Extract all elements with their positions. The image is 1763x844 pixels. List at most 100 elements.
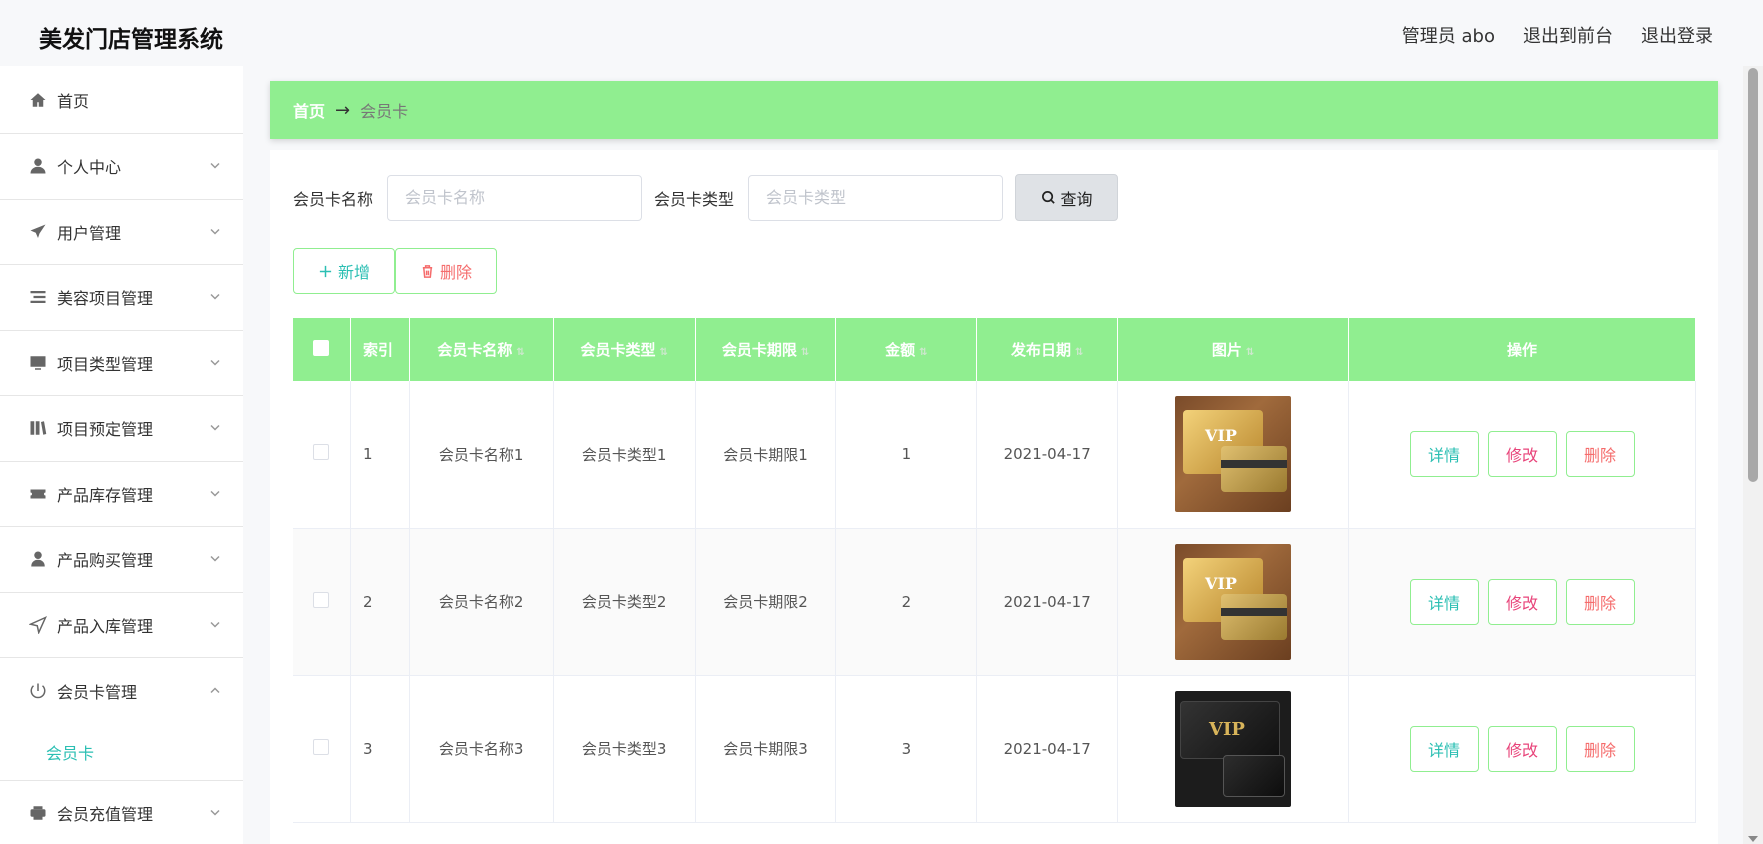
batch-delete-button[interactable]: 删除	[395, 248, 497, 294]
sidebar-item-project-booking[interactable]: 项目预定管理	[0, 396, 243, 462]
header-label: 图片	[1211, 341, 1242, 359]
sidebar: 首页 个人中心 用户管理 美容项目管理 项目类型管理 项目预定管理 产品库存管理…	[0, 66, 243, 844]
sidebar-item-label: 产品库存管理	[57, 485, 154, 505]
gold-vip-card-image[interactable]: VIP	[1175, 396, 1292, 513]
column-header-index: 索引	[350, 318, 410, 381]
table-row: 1 会员卡名称1 会员卡类型1 会员卡期限1 1 2021-04-17 VIP …	[293, 381, 1696, 529]
member-card-table: 索引 会员卡名称 ⇅ 会员卡类型 ⇅ 会员卡期限 ⇅ 金额 ⇅ 发布日期 ⇅ 图片 ⇅ 操作…	[293, 318, 1696, 823]
edit-button[interactable]: 修改	[1487, 725, 1557, 772]
card-type-label: 会员卡类型	[654, 189, 735, 209]
edit-button[interactable]: 修改	[1487, 431, 1557, 478]
send-icon	[28, 222, 48, 242]
add-button[interactable]: 新增	[293, 248, 395, 294]
column-header-image[interactable]: 图片 ⇅	[1117, 318, 1349, 381]
query-button-label: 查询	[1060, 189, 1093, 209]
cell-actions: 详情 修改 删除	[1348, 528, 1696, 676]
column-header-amount[interactable]: 金额 ⇅	[835, 318, 978, 381]
sidebar-item-label: 用户管理	[57, 223, 122, 243]
cell-image: VIP	[1117, 528, 1349, 676]
sidebar-item-personal-center[interactable]: 个人中心	[0, 134, 243, 200]
column-header-name[interactable]: 会员卡名称 ⇅	[409, 318, 554, 381]
sidebar-item-product-stock[interactable]: 产品库存管理	[0, 462, 243, 527]
chevron-down-icon	[209, 157, 221, 176]
cell-image: VIP	[1117, 675, 1349, 823]
sidebar-item-label: 美容项目管理	[57, 289, 154, 309]
sidebar-item-label: 会员充值管理	[57, 804, 154, 824]
sidebar-item-beauty-project[interactable]: 美容项目管理	[0, 265, 243, 331]
sidebar-item-project-type[interactable]: 项目类型管理	[0, 331, 243, 396]
location-icon	[28, 615, 48, 635]
column-header-type[interactable]: 会员卡类型 ⇅	[553, 318, 696, 381]
cell-amount: 3	[835, 675, 978, 823]
header-label: 发布日期	[1010, 341, 1071, 359]
edit-button[interactable]: 修改	[1487, 578, 1557, 625]
cell-index: 1	[350, 381, 410, 529]
logout-link[interactable]: 退出登录	[1641, 22, 1713, 48]
sidebar-item-member-card[interactable]: 会员卡管理	[0, 658, 243, 724]
sidebar-item-product-purchase[interactable]: 产品购买管理	[0, 527, 243, 593]
sidebar-item-user-management[interactable]: 用户管理	[0, 200, 243, 265]
delete-button[interactable]: 删除	[1565, 725, 1635, 772]
chevron-down-icon	[209, 550, 221, 569]
sidebar-item-product-inbound[interactable]: 产品入库管理	[0, 593, 243, 658]
chevron-down-icon	[209, 222, 221, 241]
gold-vip-card-image[interactable]: VIP	[1175, 543, 1292, 660]
row-checkbox[interactable]	[313, 738, 330, 755]
black-vip-card-image[interactable]: VIP	[1175, 690, 1292, 807]
cell-type: 会员卡类型1	[553, 381, 696, 529]
sidebar-item-label: 会员卡管理	[57, 682, 138, 702]
delete-button[interactable]: 删除	[1565, 578, 1635, 625]
list-icon	[28, 287, 48, 307]
sidebar-item-home[interactable]: 首页	[0, 66, 243, 134]
action-bar: 新增 删除	[293, 248, 497, 294]
detail-button[interactable]: 详情	[1409, 578, 1479, 625]
card-name-label: 会员卡名称	[293, 189, 374, 209]
select-all-header	[293, 318, 351, 381]
detail-button[interactable]: 详情	[1409, 431, 1479, 478]
user-icon	[28, 156, 48, 176]
sort-icon: ⇅	[516, 347, 525, 358]
chevron-down-icon	[209, 484, 221, 503]
chevron-down-icon	[209, 803, 221, 822]
column-header-date[interactable]: 发布日期 ⇅	[976, 318, 1119, 381]
row-checkbox[interactable]	[313, 591, 330, 608]
card-name-input[interactable]	[387, 174, 643, 221]
breadcrumb-current: 会员卡	[360, 102, 409, 121]
page-scrollbar[interactable]	[1743, 66, 1763, 844]
column-header-actions: 操作	[1348, 318, 1696, 381]
query-button[interactable]: 查询	[1015, 174, 1119, 221]
delete-button[interactable]: 删除	[1565, 431, 1635, 478]
person-icon	[28, 549, 48, 569]
scrollbar-thumb[interactable]	[1748, 68, 1758, 482]
chevron-down-icon	[209, 419, 221, 438]
detail-button[interactable]: 详情	[1409, 725, 1479, 772]
select-all-checkbox[interactable]	[313, 339, 330, 356]
admin-user-label[interactable]: 管理员 abo	[1402, 22, 1495, 48]
cell-date: 2021-04-17	[976, 381, 1119, 529]
vip-card-text: VIP	[1209, 718, 1245, 740]
cell-index: 2	[350, 528, 410, 676]
cell-date: 2021-04-17	[976, 528, 1119, 676]
sidebar-subitem-member-card[interactable]: 会员卡	[0, 724, 243, 781]
ticket-icon	[28, 484, 48, 504]
header-label: 金额	[885, 341, 916, 359]
add-button-label: 新增	[337, 263, 370, 282]
sidebar-item-member-recharge[interactable]: 会员充值管理	[0, 781, 243, 844]
card-type-input[interactable]	[748, 174, 1004, 221]
row-checkbox[interactable]	[313, 444, 330, 461]
exit-to-front-link[interactable]: 退出到前台	[1523, 22, 1613, 48]
sidebar-item-label: 项目预定管理	[57, 420, 154, 440]
vip-card-text: VIP	[1205, 426, 1237, 446]
cell-amount: 2	[835, 528, 978, 676]
row-select-cell	[293, 528, 351, 676]
scroll-down-arrow-icon[interactable]	[1748, 836, 1758, 842]
cell-term: 会员卡期限3	[695, 675, 837, 823]
sidebar-item-label: 项目类型管理	[57, 354, 154, 374]
cell-amount: 1	[835, 381, 978, 529]
library-icon	[28, 418, 48, 438]
column-header-term[interactable]: 会员卡期限 ⇅	[695, 318, 837, 381]
app-title: 美发门店管理系统	[39, 27, 223, 53]
breadcrumb-home[interactable]: 首页	[293, 98, 325, 122]
cell-name: 会员卡名称3	[409, 675, 554, 823]
table-row: 3 会员卡名称3 会员卡类型3 会员卡期限3 3 2021-04-17 VIP …	[293, 675, 1696, 823]
